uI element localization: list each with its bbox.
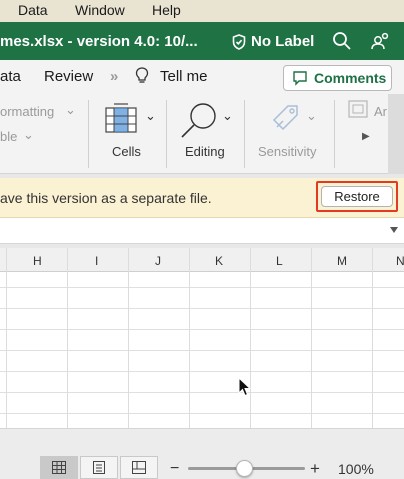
title-bar: mes.xlsx - version 4.0: 10/... No Label xyxy=(0,22,404,60)
ribbon-divider xyxy=(244,100,245,168)
expand-formula-bar-icon[interactable] xyxy=(390,227,398,233)
chevron-down-icon: ⌄ xyxy=(23,127,34,142)
page-layout-icon xyxy=(93,461,105,474)
chevron-down-icon: ⌄ xyxy=(65,102,76,117)
ribbon-scroll-area xyxy=(388,94,404,174)
ribbon-divider xyxy=(88,100,89,168)
sensitivity-label-text: No Label xyxy=(251,33,315,50)
column-header-h[interactable]: H xyxy=(33,254,42,268)
tab-review[interactable]: Review xyxy=(44,68,93,85)
column-line xyxy=(311,248,312,428)
column-headers: H I J K L M N xyxy=(0,248,404,272)
worksheet-grid[interactable] xyxy=(0,272,404,428)
row-line xyxy=(0,308,404,309)
menu-data[interactable]: Data xyxy=(18,2,48,18)
ribbon-divider xyxy=(166,100,167,168)
column-line xyxy=(372,248,373,428)
column-header-k[interactable]: K xyxy=(215,254,223,268)
column-line xyxy=(189,248,190,428)
comments-label: Comments xyxy=(314,70,387,86)
column-line xyxy=(67,248,68,428)
column-header-m[interactable]: M xyxy=(337,254,347,268)
zoom-slider-thumb[interactable] xyxy=(236,460,253,477)
tabs-overflow-chevron-icon[interactable]: » xyxy=(110,68,118,85)
zoom-percentage[interactable]: 100% xyxy=(338,461,374,477)
column-header-n[interactable]: N xyxy=(396,254,404,268)
page-break-view-button[interactable] xyxy=(120,456,158,479)
format-as-table-button[interactable]: ble xyxy=(0,129,17,144)
row-line xyxy=(0,371,404,372)
column-header-j[interactable]: J xyxy=(155,254,161,268)
comments-button[interactable]: Comments xyxy=(283,65,392,91)
analyze-data-label: Ar xyxy=(374,104,387,119)
editing-label: Editing xyxy=(185,144,225,159)
sensitivity-label-ribbon: Sensitivity xyxy=(258,144,317,159)
normal-view-button[interactable] xyxy=(40,456,78,479)
sensitivity-label[interactable]: No Label xyxy=(232,33,314,50)
mac-menubar: Data Window Help xyxy=(0,0,404,22)
column-line xyxy=(6,248,7,428)
sensitivity-tag-icon[interactable] xyxy=(269,100,303,134)
ribbon-scroll-right-icon[interactable]: ▶ xyxy=(362,131,370,142)
column-header-l[interactable]: L xyxy=(276,254,283,268)
mouse-pointer-icon xyxy=(238,377,252,397)
row-line xyxy=(0,287,404,288)
magnifier-icon[interactable] xyxy=(179,101,219,139)
grid-view-icon xyxy=(52,461,66,474)
row-line xyxy=(0,413,404,414)
row-line xyxy=(0,329,404,330)
row-line xyxy=(0,350,404,351)
zoom-out-button[interactable]: − xyxy=(170,460,179,478)
row-line xyxy=(0,392,404,393)
search-icon[interactable] xyxy=(332,31,352,51)
chevron-down-icon: ⌄ xyxy=(306,108,317,123)
analyze-data-icon[interactable] xyxy=(348,100,368,118)
restore-button[interactable]: Restore xyxy=(321,186,393,207)
column-line xyxy=(250,248,251,428)
menu-window[interactable]: Window xyxy=(75,2,125,18)
tell-me-search[interactable]: Tell me xyxy=(160,68,208,85)
page-break-icon xyxy=(132,461,146,474)
cells-label: Cells xyxy=(112,144,141,159)
version-message: ave this version as a separate file. xyxy=(0,190,212,206)
page-layout-view-button[interactable] xyxy=(80,456,118,479)
chevron-down-icon: ⌄ xyxy=(222,108,233,123)
ribbon-divider xyxy=(334,100,335,168)
lightbulb-icon xyxy=(135,67,149,83)
comment-icon xyxy=(293,71,307,86)
shield-icon xyxy=(232,33,246,50)
menu-help[interactable]: Help xyxy=(152,2,181,18)
tab-data[interactable]: ata xyxy=(0,68,21,85)
zoom-in-button[interactable]: + xyxy=(310,459,320,479)
formula-bar[interactable] xyxy=(0,218,404,244)
chevron-down-icon: ⌄ xyxy=(145,108,156,123)
document-title: mes.xlsx - version 4.0: 10/... xyxy=(0,33,198,50)
conditional-formatting-button[interactable]: ormatting xyxy=(0,104,54,119)
column-header-i[interactable]: I xyxy=(95,254,98,268)
cells-icon[interactable] xyxy=(103,101,139,135)
column-line xyxy=(128,248,129,428)
share-people-icon[interactable] xyxy=(370,31,390,51)
